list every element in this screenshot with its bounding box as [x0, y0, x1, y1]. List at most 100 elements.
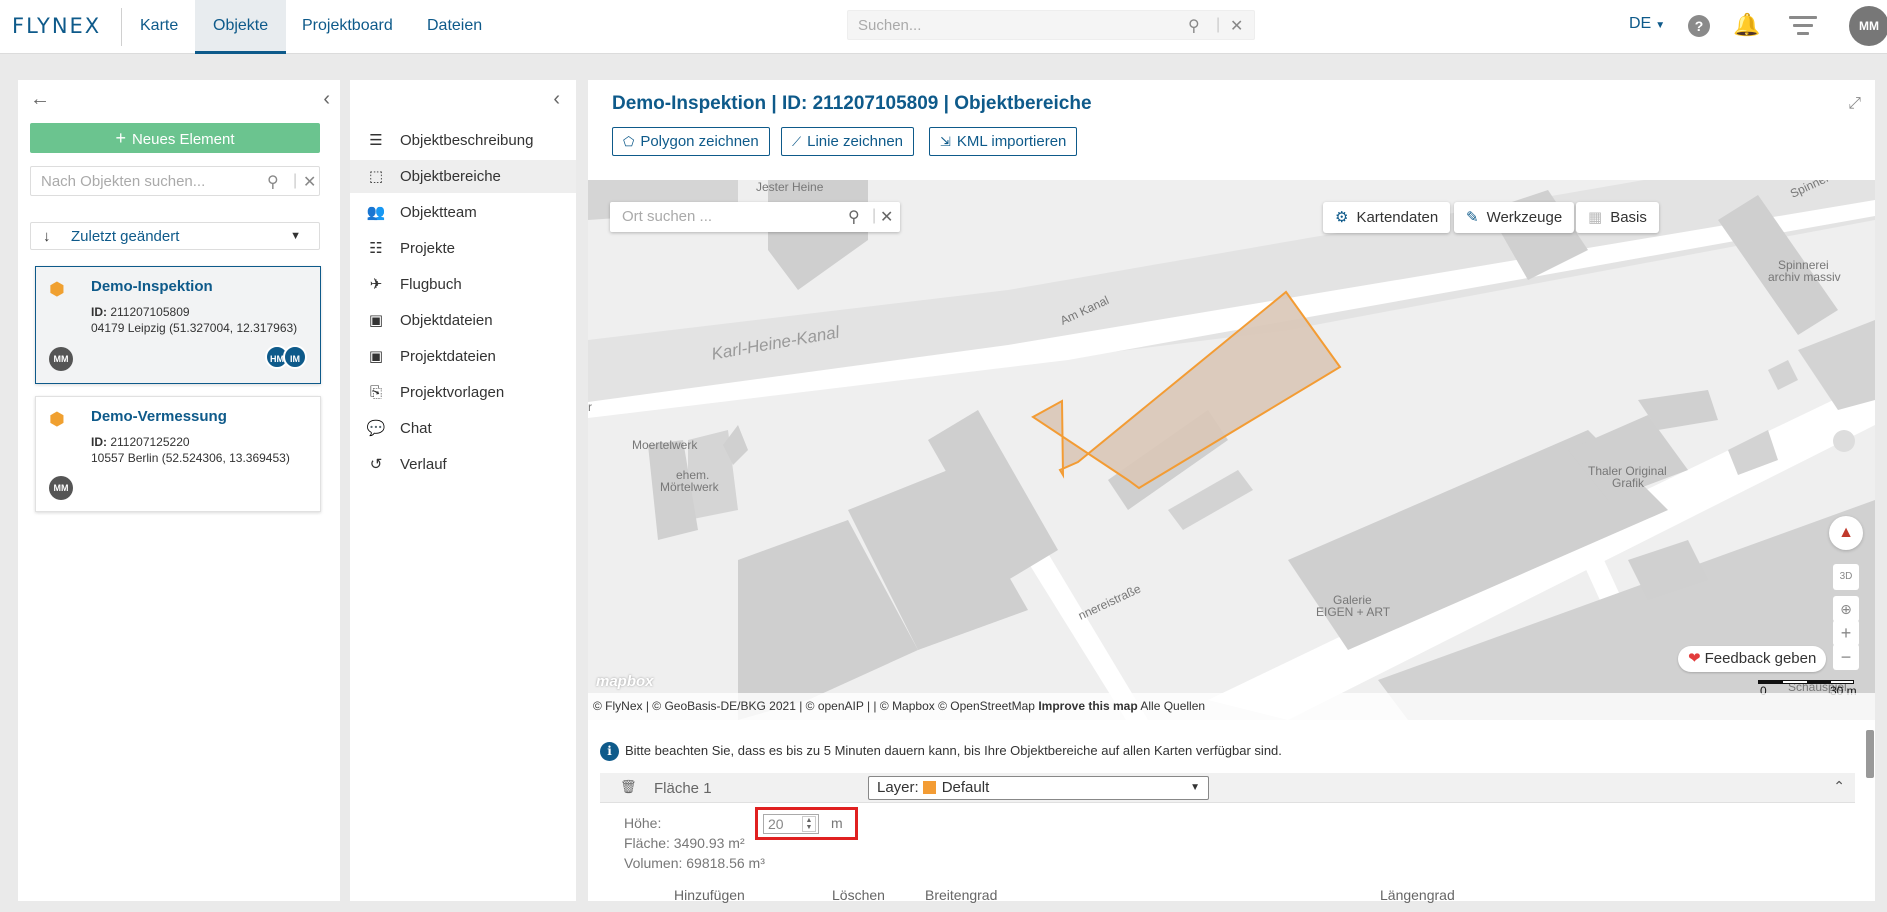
map-location-search-input[interactable]: Ort suchen ... ⚲ | ✕: [610, 202, 900, 232]
menu-label: Flugbuch: [400, 276, 462, 293]
page-title: Demo-Inspektion | ID: 211207105809 | Obj…: [612, 93, 1092, 114]
sort-select[interactable]: ↓ Zuletzt geändert ▼: [30, 222, 320, 250]
pitch-control-icon[interactable]: [1833, 430, 1855, 452]
menu-chat[interactable]: 💬 Chat: [350, 412, 576, 445]
toggle-3d-button[interactable]: 3D: [1833, 564, 1859, 590]
height-input[interactable]: 20 ▲ ▼: [763, 814, 819, 834]
collapse-menu-icon[interactable]: ‹: [553, 88, 560, 111]
expand-icon[interactable]: ⤢: [1848, 95, 1861, 113]
object-address: 10557 Berlin (52.524306, 13.369453): [91, 451, 290, 465]
menu-objektdateien[interactable]: ▣ Objektdateien: [350, 304, 576, 337]
caret-down-icon: ▼: [290, 230, 301, 242]
feedback-button[interactable]: ❤ Feedback geben: [1678, 646, 1827, 672]
column-header: Hinzufügen: [674, 887, 745, 903]
help-icon[interactable]: ?: [1688, 15, 1710, 37]
zoom-out-icon[interactable]: −: [1833, 644, 1859, 670]
draw-line-button[interactable]: ⟋ Linie zeichnen: [781, 127, 915, 156]
sitemap-icon: ☷: [369, 240, 383, 257]
object-meta: ID: 211207125220 10557 Berlin (52.524306…: [91, 434, 290, 466]
filter-icon[interactable]: [1789, 16, 1817, 38]
draw-polygon-button[interactable]: ⬠ Polygon zeichnen: [612, 127, 770, 156]
menu-objektbereiche[interactable]: ⬚ Objektbereiche: [350, 160, 576, 193]
search-icon[interactable]: ⚲: [1188, 16, 1200, 36]
objects-panel: ← ‹ + Neues Element Nach Objekten suchen.…: [18, 80, 340, 901]
menu-label: Chat: [400, 420, 432, 437]
bell-icon[interactable]: 🔔: [1733, 12, 1760, 38]
layer-select[interactable]: Layer: Default ▼: [868, 776, 1209, 800]
menu-label: Projektvorlagen: [400, 384, 505, 401]
search-icon[interactable]: ⚲: [848, 207, 860, 227]
object-search-input[interactable]: Nach Objekten suchen... ⚲ | ✕: [30, 166, 320, 196]
folder-image-icon: ▣: [368, 312, 384, 329]
caret-down-icon: ▼: [1190, 782, 1200, 793]
map-label: r: [588, 400, 592, 414]
member-avatar[interactable]: IM: [283, 345, 307, 369]
owner-avatar[interactable]: MM: [49, 347, 73, 371]
object-menu: ‹ ☰ Objektbeschreibung ⬚ Objektbereiche 👥 O…: [350, 80, 576, 901]
chat-icon: 💬: [366, 420, 386, 437]
flynex-logo[interactable]: FLYNEX: [12, 14, 118, 38]
clear-icon[interactable]: ✕: [303, 172, 316, 192]
map-label: Grafik: [1612, 476, 1645, 490]
user-avatar[interactable]: MM: [1849, 6, 1887, 46]
menu-projekte[interactable]: ☷ Projekte: [350, 232, 576, 265]
chevron-up-icon[interactable]: ⌃: [1833, 778, 1845, 795]
height-unit: m: [831, 815, 843, 831]
menu-verlauf[interactable]: ↺ Verlauf: [350, 448, 576, 481]
nav-karte[interactable]: Karte: [122, 0, 196, 54]
scrollbar[interactable]: [1866, 730, 1874, 778]
object-address: 04179 Leipzig (51.327004, 12.317963): [91, 321, 298, 335]
locate-icon[interactable]: ⊕: [1833, 596, 1859, 622]
object-title[interactable]: Demo-Vermessung: [91, 408, 227, 425]
history-icon: ↺: [369, 456, 383, 473]
arrow-left-icon[interactable]: ←: [30, 88, 50, 111]
search-icon[interactable]: ⚲: [267, 172, 279, 192]
layer-color-swatch: [922, 781, 936, 794]
basis-layer-button[interactable]: ▦ Basis: [1576, 202, 1659, 233]
map-label: EIGEN + ART: [1316, 605, 1391, 619]
trash-icon[interactable]: 🗑: [620, 779, 637, 795]
pentagon-icon: ⬠: [623, 134, 635, 149]
menu-projektdateien[interactable]: ▣ Projektdateien: [350, 340, 576, 373]
collapse-panel-icon[interactable]: ‹: [323, 88, 330, 111]
column-header: Löschen: [832, 887, 885, 903]
height-label: Höhe:: [624, 815, 662, 831]
map-layer-icon: ▦: [1588, 209, 1603, 226]
clear-icon[interactable]: ✕: [880, 207, 893, 227]
area-size: Fläche: 3490.93 m²: [624, 835, 745, 851]
menu-objektbeschreibung[interactable]: ☰ Objektbeschreibung: [350, 124, 576, 157]
tool-label: Polygon zeichnen: [640, 133, 759, 150]
import-kml-button[interactable]: ⇲ KML importieren: [929, 127, 1078, 156]
global-search-input[interactable]: Suchen... ⚲ | ✕: [847, 10, 1255, 40]
info-notice: i Bitte beachten Sie, dass es bis zu 5 Mi…: [600, 741, 1282, 761]
werkzeuge-button[interactable]: ✎ Werkzeuge: [1454, 202, 1575, 233]
improve-map-link[interactable]: Improve this map: [1038, 699, 1137, 713]
menu-flugbuch[interactable]: ✈ Flugbuch: [350, 268, 576, 301]
stepper-icon[interactable]: ▲ ▼: [802, 816, 816, 832]
map-view[interactable]: Jester Heine Karl-Heine-Kanal Am Kanal M…: [588, 180, 1875, 720]
compass-icon[interactable]: ▲: [1829, 516, 1863, 550]
cube-icon: ⬢: [49, 279, 65, 299]
divider-icon: |: [1216, 16, 1221, 33]
new-element-button[interactable]: + Neues Element: [30, 123, 320, 153]
map-label: archiv massiv: [1768, 270, 1841, 284]
area-row[interactable]: 🗑 Fläche 1 Layer: Default ▼ ⌃: [600, 773, 1855, 803]
owner-avatar[interactable]: MM: [49, 476, 73, 500]
object-title[interactable]: Demo-Inspektion: [91, 278, 213, 295]
nav-dateien[interactable]: Dateien: [409, 0, 500, 54]
object-card-demo-vermessung[interactable]: ⬢ Demo-Vermessung ID: 211207125220 10557…: [35, 396, 321, 512]
area-volume: Volumen: 69818.56 m³: [624, 855, 765, 871]
mapbox-logo[interactable]: mapbox: [596, 673, 654, 690]
map-canvas[interactable]: [588, 180, 1875, 720]
object-card-demo-inspektion[interactable]: ⬢ Demo-Inspektion ID: 211207105809 04179…: [35, 266, 321, 384]
kartendaten-button[interactable]: ⚙ Kartendaten: [1323, 202, 1451, 233]
language-select[interactable]: DE ▼: [1629, 15, 1665, 33]
menu-objektteam[interactable]: 👥 Objektteam: [350, 196, 576, 229]
nav-projektboard[interactable]: Projektboard: [284, 0, 411, 54]
nav-objekte[interactable]: Objekte: [195, 0, 287, 54]
menu-label: Objektteam: [400, 204, 477, 221]
zoom-in-icon[interactable]: +: [1833, 620, 1859, 646]
clear-icon[interactable]: ✕: [1230, 16, 1243, 36]
all-sources-link[interactable]: Alle Quellen: [1140, 699, 1205, 713]
menu-projektvorlagen[interactable]: ⎘ Projektvorlagen: [350, 376, 576, 409]
